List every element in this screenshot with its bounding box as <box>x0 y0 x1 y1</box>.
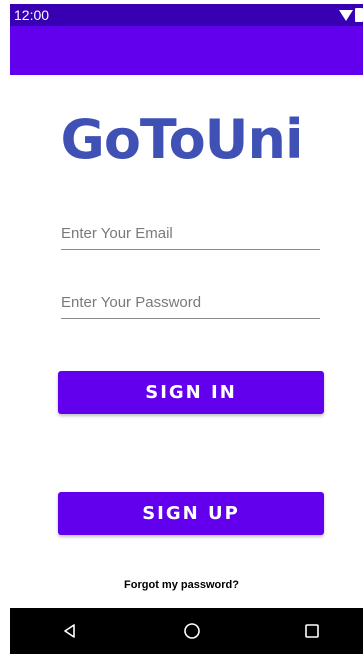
wifi-icon <box>339 9 353 21</box>
email-field[interactable] <box>61 217 320 250</box>
status-icons <box>339 8 363 22</box>
recents-icon <box>305 624 319 638</box>
battery-icon <box>355 8 363 22</box>
app-bar <box>10 26 363 75</box>
back-button[interactable] <box>50 608 90 654</box>
sign-up-label: SIGN UP <box>142 503 240 524</box>
navigation-bar <box>10 608 363 654</box>
back-icon <box>64 624 75 638</box>
password-field[interactable] <box>61 286 320 319</box>
sign-up-button[interactable]: SIGN UP <box>58 492 324 535</box>
home-icon <box>184 623 200 639</box>
status-time: 12:00 <box>14 7 50 23</box>
status-bar: 12:00 <box>10 4 363 26</box>
sign-in-label: SIGN IN <box>145 382 237 403</box>
forgot-password-link[interactable]: Forgot my password? <box>10 579 363 591</box>
sign-in-button[interactable]: SIGN IN <box>58 371 324 414</box>
home-button[interactable] <box>172 608 212 654</box>
app-logo: GoToUni <box>60 108 304 171</box>
recents-button[interactable] <box>292 608 332 654</box>
app-screen: 12:00 GoToUni SIGN IN SIGN UP Forgot my … <box>10 4 363 654</box>
